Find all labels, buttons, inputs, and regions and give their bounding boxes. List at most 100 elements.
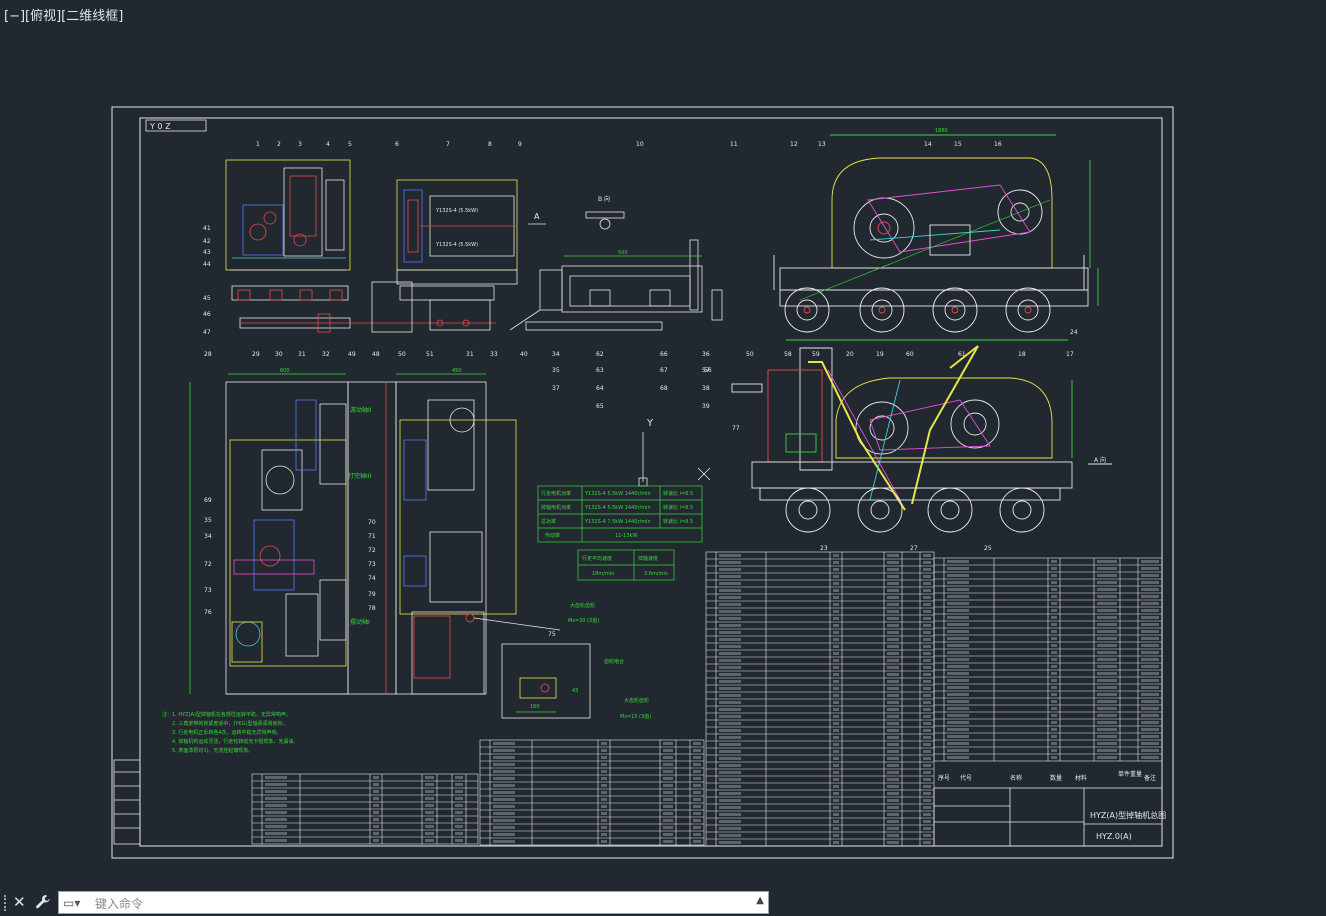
table-cell-text bbox=[1097, 567, 1117, 570]
table-cell-text bbox=[833, 582, 839, 585]
table-cell-text bbox=[1097, 623, 1117, 626]
table-cell-text bbox=[1097, 749, 1117, 752]
table-cell-text bbox=[887, 771, 899, 774]
table-cell-text bbox=[833, 645, 839, 648]
table-cell-text bbox=[1141, 693, 1159, 696]
table-cell-text bbox=[887, 582, 899, 585]
svg-text:打完轴III: 打完轴III bbox=[348, 472, 372, 480]
table-cell-text bbox=[923, 694, 931, 697]
table-cell-text bbox=[887, 778, 899, 781]
table-cell-text bbox=[833, 806, 839, 809]
table-cell-text bbox=[719, 701, 741, 704]
table-cell-text bbox=[923, 610, 931, 613]
table-cell-text bbox=[265, 832, 287, 835]
table-cell-text bbox=[1141, 560, 1159, 563]
command-input[interactable] bbox=[93, 893, 737, 914]
table-cell-text bbox=[1051, 658, 1057, 661]
table-cell-text bbox=[693, 812, 701, 815]
table-cell-text bbox=[923, 722, 931, 725]
table-cell-text bbox=[693, 763, 701, 766]
table-cell-text bbox=[833, 778, 839, 781]
table-cell-text bbox=[947, 749, 969, 752]
cad-drawing[interactable]: Y 0 Z Y132S-4 (5.5kW) Y132S-4 (5.5kW) B … bbox=[0, 0, 1326, 890]
bottom-callout: 29 bbox=[252, 351, 260, 358]
table-cell-text bbox=[887, 561, 899, 564]
table-cell-text bbox=[1097, 672, 1117, 675]
top-callout: 4 bbox=[326, 141, 330, 148]
table-cell-text bbox=[833, 743, 839, 746]
table-cell-text bbox=[663, 784, 673, 787]
table-cell-text bbox=[887, 645, 899, 648]
table-cell-text bbox=[887, 799, 899, 802]
table-cell-text bbox=[833, 764, 839, 767]
table-cell-text bbox=[663, 840, 673, 843]
table-cell-text bbox=[455, 790, 463, 793]
rightlow-callout: 77 bbox=[732, 425, 740, 432]
table-cell-text bbox=[1141, 609, 1159, 612]
table-cell-text bbox=[663, 805, 673, 808]
bottom-callout: 51 bbox=[426, 351, 434, 358]
table-cell-text bbox=[833, 624, 839, 627]
table-cell-text bbox=[923, 729, 931, 732]
svg-text:注：1. HYZ(A)型掉轴机在各部位运转平稳，无异常响声。: 注：1. HYZ(A)型掉轴机在各部位运转平稳，无异常响声。 bbox=[162, 711, 291, 718]
mid-callout: 60 bbox=[906, 351, 914, 358]
table-cell-text bbox=[947, 714, 969, 717]
table-cell-text bbox=[833, 617, 839, 620]
table-cell-text bbox=[663, 833, 673, 836]
left-callout: 45 bbox=[203, 295, 211, 302]
top-callout: 5 bbox=[348, 141, 352, 148]
table-cell-text bbox=[923, 652, 931, 655]
close-icon[interactable]: ✕ bbox=[13, 894, 26, 910]
table-cell-text bbox=[923, 638, 931, 641]
table-cell-text bbox=[1051, 728, 1057, 731]
top-callout: 9 bbox=[518, 141, 522, 148]
model-viewport[interactable]: Y 0 Z Y132S-4 (5.5kW) Y132S-4 (5.5kW) B … bbox=[0, 0, 1326, 890]
table-cell-text bbox=[1051, 665, 1057, 668]
rightlow-callout: 56 bbox=[704, 367, 712, 374]
svg-text:材料: 材料 bbox=[1075, 774, 1087, 782]
table-cell-text bbox=[923, 799, 931, 802]
table-cell-text bbox=[601, 791, 607, 794]
chevron-up-icon[interactable]: ▲ bbox=[756, 895, 764, 906]
table-cell-text bbox=[719, 673, 741, 676]
table-cell-text bbox=[265, 811, 287, 814]
bottom-callout: 34 bbox=[552, 351, 560, 358]
table-cell-text bbox=[1051, 581, 1057, 584]
command-prompt-icon[interactable]: ▭▾ bbox=[63, 896, 80, 910]
table-cell-text bbox=[947, 623, 969, 626]
table-cell-text bbox=[833, 589, 839, 592]
table-cell-text bbox=[833, 673, 839, 676]
table-cell-text bbox=[1051, 707, 1057, 710]
table-cell-text bbox=[887, 575, 899, 578]
table-cell-text bbox=[663, 812, 673, 815]
svg-text:18m/min: 18m/min bbox=[592, 571, 614, 577]
table-cell-text bbox=[719, 757, 741, 760]
table-cell-text bbox=[923, 827, 931, 830]
view-controls-label[interactable]: [−][俯视][二维线框] bbox=[4, 5, 123, 24]
table-cell-text bbox=[1051, 588, 1057, 591]
table-cell-text bbox=[601, 798, 607, 801]
table-cell-text bbox=[719, 561, 741, 564]
table-cell-text bbox=[1141, 623, 1159, 626]
table-cell-text bbox=[923, 806, 931, 809]
table-cell-text bbox=[923, 673, 931, 676]
drag-grip-icon[interactable] bbox=[4, 895, 10, 911]
table-cell-text bbox=[719, 631, 741, 634]
wrench-icon[interactable] bbox=[35, 894, 51, 913]
table-cell-text bbox=[947, 742, 969, 745]
table-cell-text bbox=[1051, 595, 1057, 598]
table-cell-text bbox=[719, 652, 741, 655]
table-cell-text bbox=[455, 797, 463, 800]
table-cell-text bbox=[493, 840, 515, 843]
table-cell-text bbox=[601, 826, 607, 829]
table-cell-text bbox=[923, 687, 931, 690]
command-input-box[interactable]: ▭▾ ▲ bbox=[58, 891, 769, 914]
table-cell-text bbox=[887, 659, 899, 662]
svg-text:43: 43 bbox=[572, 688, 578, 694]
top-callout: 16 bbox=[994, 141, 1002, 148]
table-cell-text bbox=[887, 764, 899, 767]
table-cell-text bbox=[923, 785, 931, 788]
table-cell-text bbox=[923, 736, 931, 739]
table-cell-text bbox=[425, 839, 434, 842]
table-cell-text bbox=[455, 776, 463, 779]
